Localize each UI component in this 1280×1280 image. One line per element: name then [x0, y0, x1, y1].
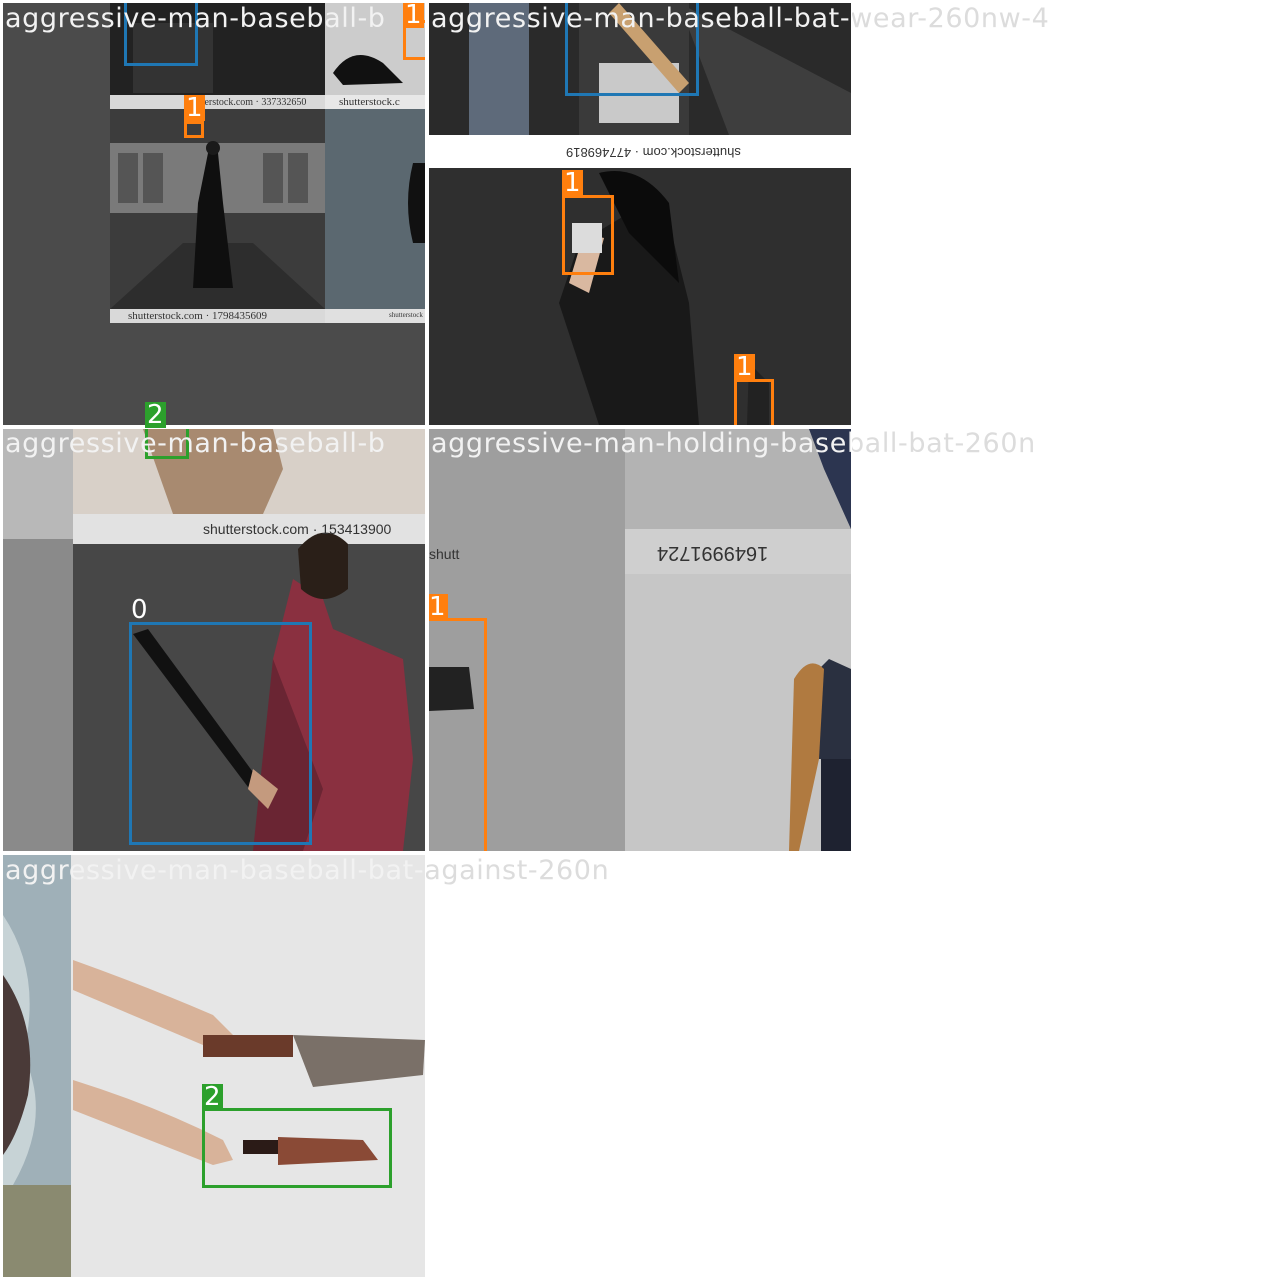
bbox-class-1: [184, 121, 204, 138]
mosaic-tile-2: shutterstock.com · 477469819 1 1 aggress…: [429, 3, 851, 425]
watermark-3: shutterstock.com · 1798435609: [128, 310, 268, 322]
mosaic-tile-4: shutt 1649991724 1 aggressive-man-holdin…: [429, 429, 851, 851]
bbox-label: 1: [184, 93, 205, 123]
watermark-mirrored: 1649991724: [657, 542, 769, 564]
mosaic-tile-5: 2 aggressive-man-baseball-bat-against-26…: [3, 855, 425, 1277]
bbox-label: 1: [429, 592, 448, 622]
photo-woman-revolver: [429, 429, 851, 851]
photo-collage-woman-street: [3, 3, 425, 425]
mosaic-tile-1: shutterstock.com · 337332650 shutterstoc…: [3, 3, 425, 425]
watermark-left: shutt: [429, 546, 460, 562]
bbox-label: 1: [734, 352, 755, 382]
bbox-class-1: [429, 618, 487, 851]
bbox-class-2: [202, 1108, 392, 1188]
tile-caption: aggressive-man-baseball-bat-against-260n: [5, 855, 425, 886]
bbox-label: 1: [562, 168, 583, 198]
mosaic-tile-3: shutterstock.com · 153413900 0 aggressiv…: [3, 429, 425, 851]
watermark-mirrored: shutterstock.com · 477469819: [566, 145, 741, 160]
watermark: shutterstock.com · 153413900: [203, 521, 392, 537]
bbox-label: 2: [202, 1082, 223, 1112]
tile-caption: aggressive-man-holding-baseball-bat-260n: [431, 429, 851, 459]
watermark-4: shutterstock: [389, 311, 423, 319]
bbox-class-0: [129, 622, 312, 845]
bbox-class-1: [562, 195, 614, 275]
bbox-label: 1: [403, 3, 424, 30]
watermark-2: shutterstock.c: [339, 96, 400, 108]
bbox-label: 0: [131, 595, 148, 625]
photo-hands-with-knives: [3, 855, 425, 1277]
tile-caption: aggressive-man-baseball-bat-wear-260nw-4: [431, 3, 851, 34]
tile-caption: aggressive-man-baseball-b: [5, 3, 386, 34]
tile-caption: aggressive-man-baseball-b: [5, 429, 386, 459]
bbox-label: 2: [145, 400, 166, 430]
bbox-class-1: [734, 379, 774, 425]
